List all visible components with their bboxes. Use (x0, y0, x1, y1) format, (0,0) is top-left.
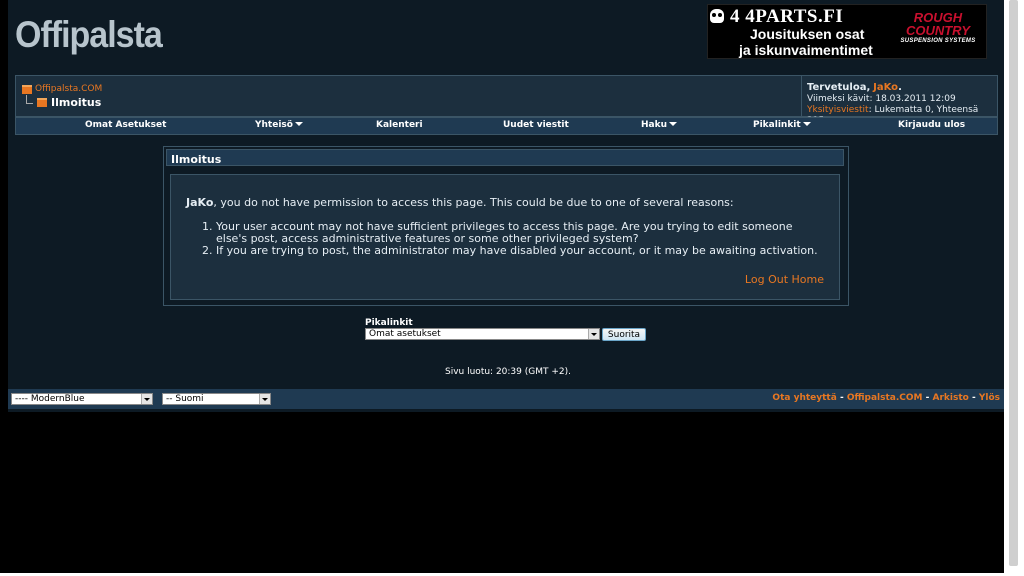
chevron-down-icon (669, 122, 677, 126)
welcome-panel: Tervetuloa, JaKo. Viimeksi kävit: 18.03.… (801, 76, 997, 126)
ad-brand: 4 4PARTS.FI (730, 6, 844, 27)
ad-line-1: Jousituksen osat (750, 26, 865, 42)
quicklinks-form: Pikalinkit Omat asetukset Suorita (365, 318, 646, 341)
menu-yhteiso[interactable]: Yhteisö (255, 120, 303, 130)
breadcrumb-parent-link[interactable]: Offipalsta.COM (35, 84, 102, 94)
page-title: Ilmoitus (51, 96, 102, 109)
quicklinks-selected: Omat asetukset (369, 329, 441, 339)
chevron-down-icon (259, 394, 270, 404)
scrollbar-thumb[interactable] (1009, 0, 1018, 566)
notice-panel: Ilmoitus JaKo, you do not have permissio… (163, 146, 849, 306)
menu-label: Pikalinkit (753, 120, 801, 130)
menu-omat-asetukset[interactable]: Omat Asetukset (85, 120, 166, 130)
language-select[interactable]: -- Suomi (162, 393, 271, 405)
ad-rough-country-logo: ROUGH COUNTRY SUSPENSION SYSTEMS (894, 11, 982, 51)
style-select-value: ---- ModernBlue (15, 394, 85, 404)
home-link[interactable]: Home (792, 273, 824, 286)
menu-label: Yhteisö (255, 120, 293, 130)
quicklinks-select[interactable]: Omat asetukset (365, 328, 600, 340)
ad-rc-sub: SUSPENSION SYSTEMS (900, 38, 976, 44)
skull-icon (710, 9, 724, 23)
chevron-down-icon (588, 329, 599, 339)
menu-kalenteri[interactable]: Kalenteri (376, 120, 423, 130)
site-logo[interactable]: Offipalsta (15, 14, 163, 57)
footer-link-contact[interactable]: Ota yhteyttä (772, 393, 836, 403)
ad-rc-title: ROUGH COUNTRY (905, 10, 971, 38)
footer-links: Ota yhteyttä - Offipalsta.COM - Arkisto … (772, 393, 1000, 403)
folder-open-icon (37, 98, 47, 107)
notice-title: Ilmoitus (166, 149, 844, 166)
style-select[interactable]: ---- ModernBlue (11, 393, 153, 405)
menu-label: Haku (641, 120, 667, 130)
private-messages-link[interactable]: Yksityisviestit (807, 105, 869, 115)
go-button[interactable]: Suorita (602, 328, 646, 341)
main-menu: Omat Asetukset Yhteisö Kalenteri Uudet v… (15, 117, 998, 135)
navbar-box: Offipalsta.COM Ilmoitus Tervetuloa, JaKo… (15, 75, 998, 126)
notice-intro: JaKo, you do not have permission to acce… (186, 196, 734, 209)
page: Offipalsta 4 4PARTS.FI Jousituksen osat … (8, 0, 1004, 412)
footer-bar: ---- ModernBlue -- Suomi Ota yhteyttä - … (8, 389, 1004, 409)
notice-links: Log Out Home (745, 273, 824, 286)
tree-branch-icon (26, 95, 33, 104)
reason-item: If you are trying to post, the administr… (216, 245, 826, 257)
notice-body: JaKo, you do not have permission to acce… (170, 174, 840, 300)
menu-label: Uudet viestit (503, 120, 569, 130)
menu-pikalinkit[interactable]: Pikalinkit (753, 120, 811, 130)
reason-item: Your user account may not have sufficien… (216, 221, 826, 245)
menu-label: Kalenteri (376, 120, 423, 130)
welcome-greeting: Tervetuloa, (807, 82, 871, 93)
reason-list: Your user account may not have sufficien… (186, 221, 826, 257)
menu-haku[interactable]: Haku (641, 120, 677, 130)
language-select-value: -- Suomi (166, 394, 204, 404)
generated-time: Sivu luotu: 20:39 (GMT +2). (445, 367, 571, 377)
menu-label: Kirjaudu ulos (898, 120, 966, 130)
menu-kirjaudu-ulos[interactable]: Kirjaudu ulos (898, 120, 965, 130)
menu-label: Omat Asetukset (85, 120, 167, 130)
banner-ad[interactable]: 4 4PARTS.FI Jousituksen osat ja iskunvai… (707, 4, 987, 59)
footer-link-home[interactable]: Offipalsta.COM (847, 393, 923, 403)
footer-link-top[interactable]: Ylös (979, 393, 1000, 403)
notice-intro-text: , you do not have permission to access t… (213, 196, 734, 209)
logout-link[interactable]: Log Out (745, 273, 788, 286)
menu-uudet-viestit[interactable]: Uudet viestit (503, 120, 569, 130)
chevron-down-icon (802, 122, 811, 126)
ad-line-2: ja iskunvaimentimet (739, 42, 873, 58)
footer-link-archive[interactable]: Arkisto (933, 393, 969, 403)
vertical-scrollbar[interactable] (1004, 0, 1024, 576)
last-visit: Viimeksi kävit: 18.03.2011 12:09 (807, 94, 956, 104)
chevron-down-icon (294, 122, 303, 126)
breadcrumb: Offipalsta.COM Ilmoitus (22, 84, 102, 109)
quicklinks-label: Pikalinkit (365, 318, 413, 328)
chevron-down-icon (141, 394, 152, 404)
welcome-user-link[interactable]: JaKo (873, 82, 898, 93)
notice-user: JaKo (186, 196, 214, 209)
folder-icon (22, 84, 32, 94)
